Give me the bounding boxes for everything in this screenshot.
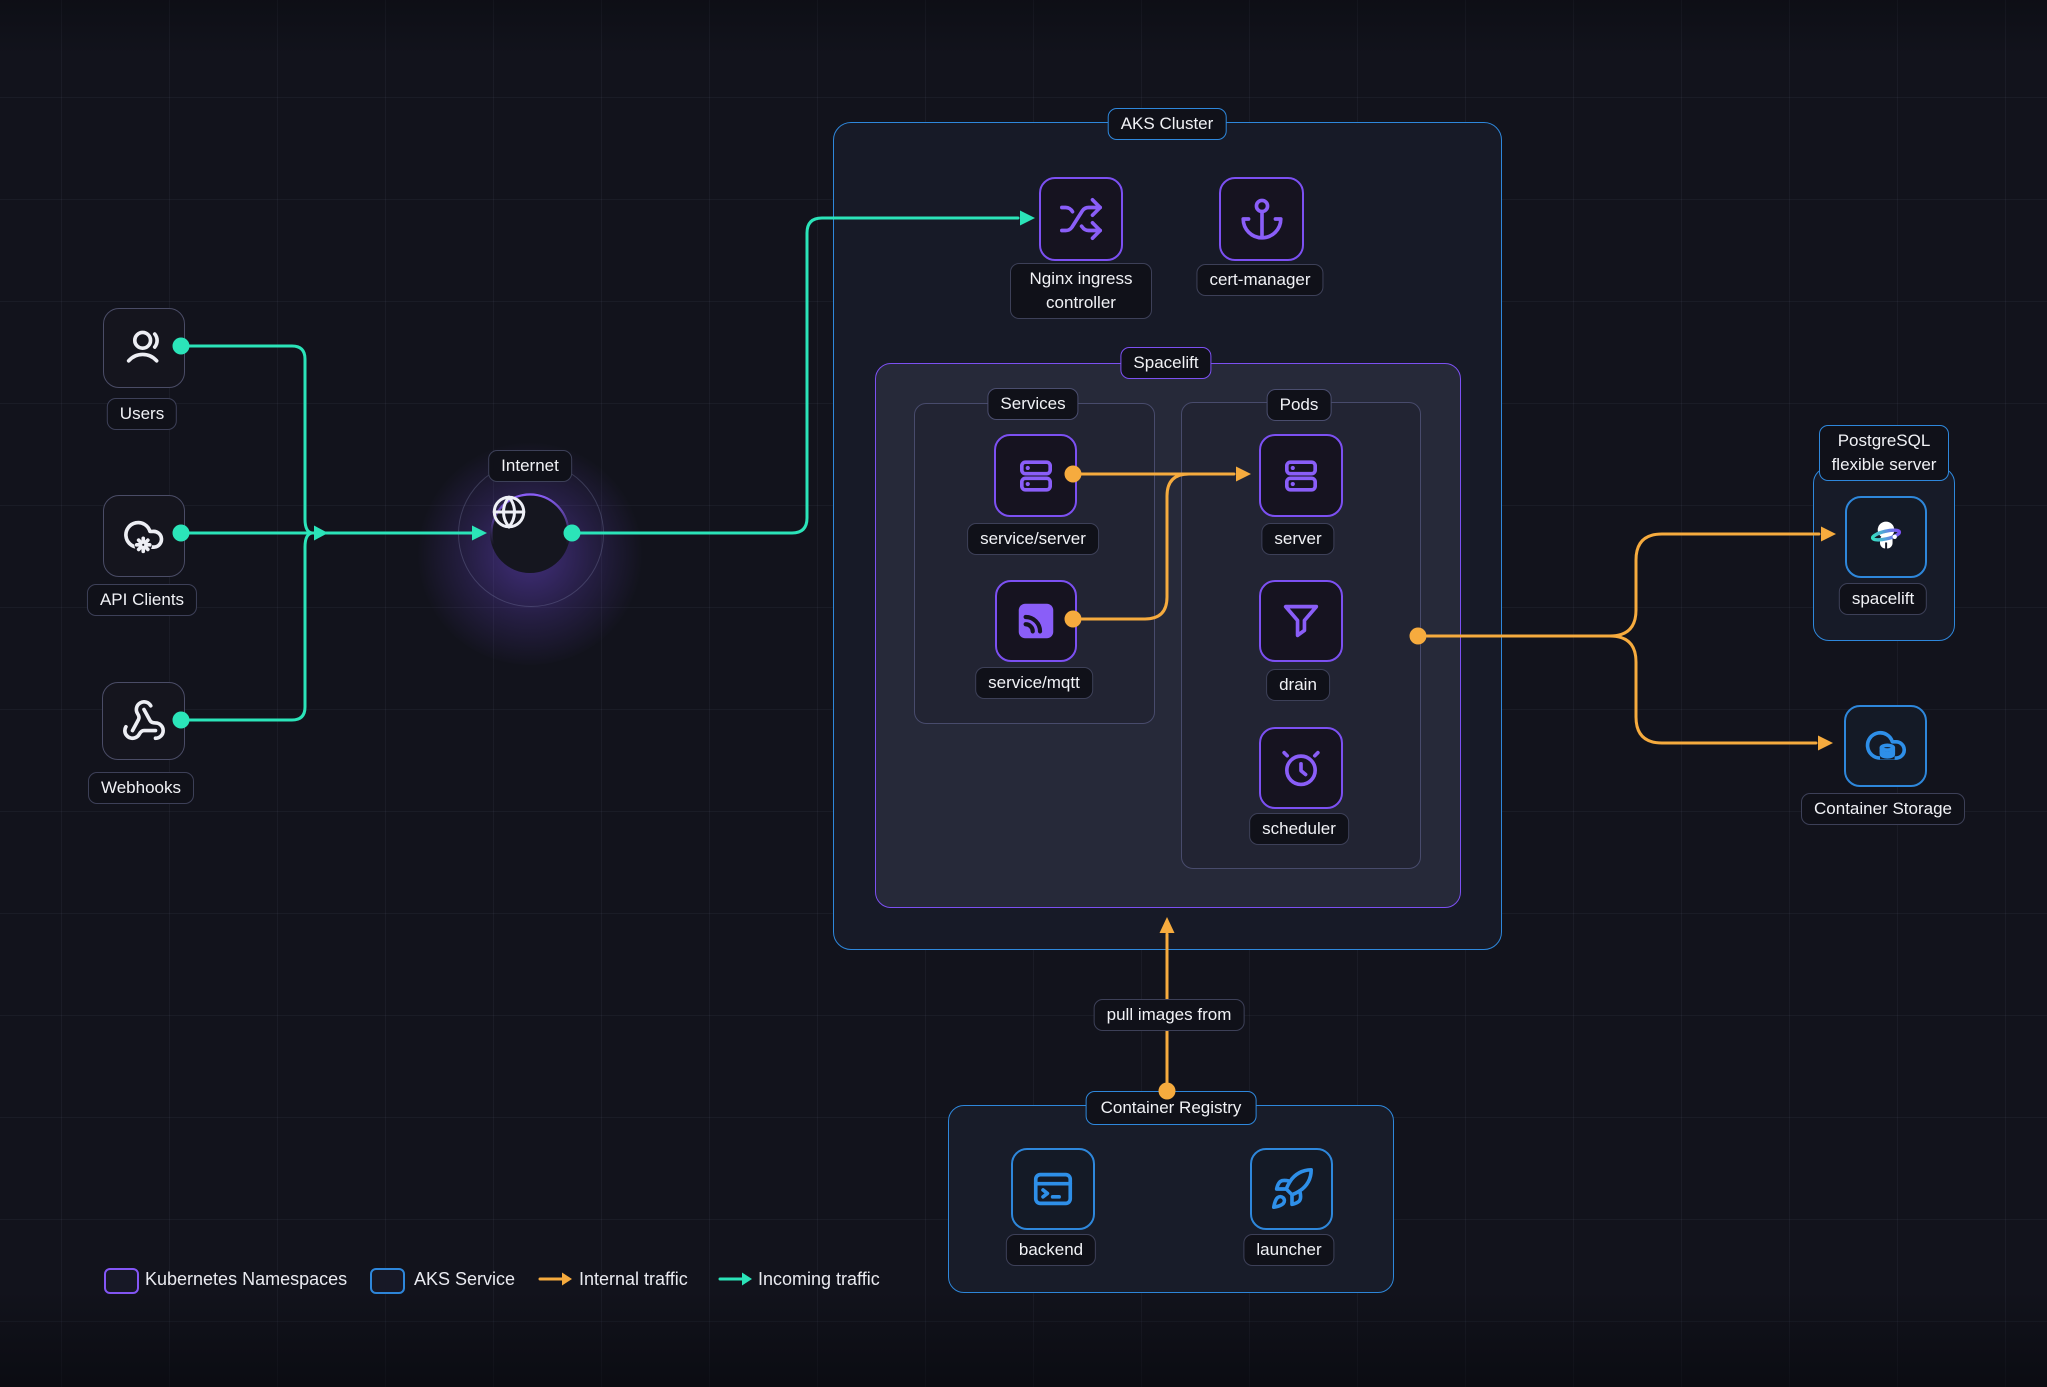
scheduler-pod-label: scheduler xyxy=(1249,813,1349,845)
cloud-gear-icon xyxy=(121,513,167,559)
legend-aks-service-swatch xyxy=(370,1268,405,1294)
container-storage-node xyxy=(1844,705,1927,787)
terminal-window-icon xyxy=(1030,1166,1076,1212)
service-server-label: service/server xyxy=(967,523,1099,555)
pull-images-label: pull images from xyxy=(1094,999,1245,1031)
anchor-icon xyxy=(1239,196,1285,242)
legend-aks-service-label: AKS Service xyxy=(414,1268,515,1290)
legend-internal-traffic-label: Internal traffic xyxy=(579,1268,688,1290)
alarm-clock-icon xyxy=(1278,745,1324,791)
api-clients-label: API Clients xyxy=(87,584,197,616)
users-node xyxy=(103,308,185,388)
webhooks-node xyxy=(102,682,185,760)
spacelift-title: Spacelift xyxy=(1120,347,1211,379)
internet-label: Internet xyxy=(488,450,572,482)
legend-incoming-traffic-label: Incoming traffic xyxy=(758,1268,880,1290)
shuffle-icon xyxy=(1058,196,1104,242)
webhooks-label: Webhooks xyxy=(88,772,194,804)
cert-manager-node xyxy=(1219,177,1304,261)
nginx-ingress-node xyxy=(1039,177,1123,261)
spacelift-db-node xyxy=(1845,496,1927,578)
cloud-database-icon xyxy=(1863,723,1909,769)
backend-node xyxy=(1011,1148,1095,1230)
cert-manager-label: cert-manager xyxy=(1196,264,1323,296)
spacelift-db-label: spacelift xyxy=(1839,583,1927,615)
server-icon xyxy=(1278,453,1324,499)
services-title: Services xyxy=(987,388,1078,420)
globe-icon xyxy=(490,493,528,531)
rocket-icon xyxy=(1269,1166,1315,1212)
backend-label: backend xyxy=(1006,1234,1096,1266)
legend-incoming-traffic-arrow xyxy=(718,1270,754,1288)
legend-internal-traffic-arrow xyxy=(538,1270,574,1288)
webhook-icon xyxy=(121,698,167,744)
service-server-node xyxy=(994,434,1077,517)
legend-namespace-label: Kubernetes Namespaces xyxy=(145,1268,347,1290)
funnel-icon xyxy=(1278,598,1324,644)
launcher-node xyxy=(1250,1148,1333,1230)
aks-cluster-title: AKS Cluster xyxy=(1108,108,1227,140)
scheduler-pod-node xyxy=(1259,727,1343,809)
internet-node xyxy=(490,493,570,573)
container-registry-title: Container Registry xyxy=(1086,1091,1257,1125)
spacelift-mascot-icon xyxy=(1862,513,1910,561)
pods-title: Pods xyxy=(1267,389,1332,421)
api-clients-node xyxy=(103,495,185,577)
mqtt-icon xyxy=(1013,598,1059,644)
server-pod-label: server xyxy=(1261,523,1334,555)
postgres-title: PostgreSQL flexible server xyxy=(1819,425,1949,481)
server-icon xyxy=(1013,453,1059,499)
legend-namespace-swatch xyxy=(104,1268,139,1294)
server-pod-node xyxy=(1259,434,1343,517)
service-mqtt-label: service/mqtt xyxy=(975,667,1093,699)
users-label: Users xyxy=(107,398,177,430)
users-icon xyxy=(121,325,167,371)
drain-pod-node xyxy=(1259,580,1343,662)
diagram-canvas: Users API Clients Webhooks xyxy=(0,0,2047,1387)
nginx-ingress-label: Nginx ingress controller xyxy=(1010,263,1152,319)
launcher-label: launcher xyxy=(1243,1234,1334,1266)
container-storage-label: Container Storage xyxy=(1801,793,1965,825)
service-mqtt-node xyxy=(995,580,1077,662)
drain-pod-label: drain xyxy=(1266,669,1330,701)
